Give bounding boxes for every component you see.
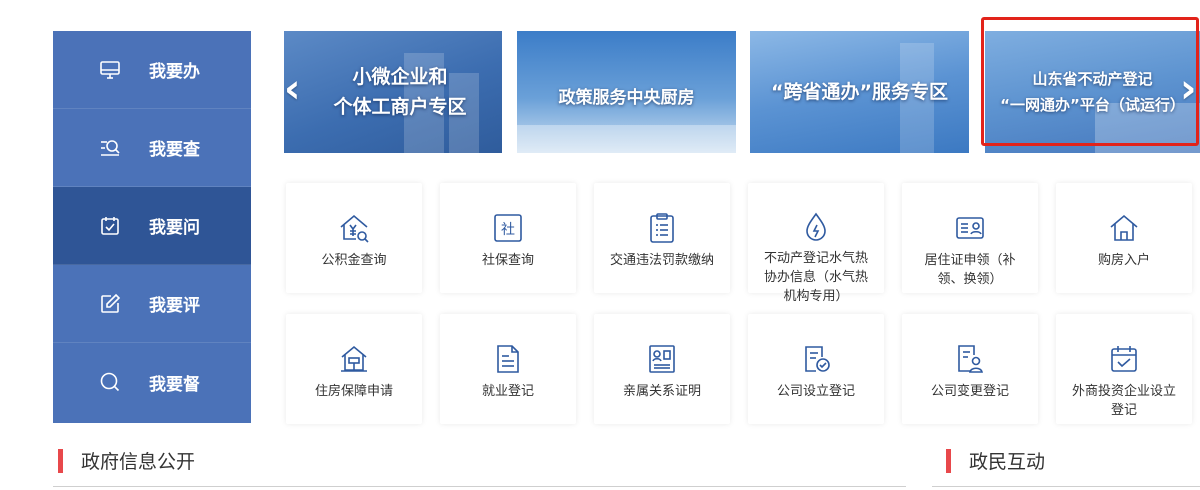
service-tile[interactable]: 购房入户 — [1056, 183, 1192, 293]
service-grid: 公积金查询 社 社保查询 交通违法罚款缴纳 不动产登记水气热协办信息（水气热机构… — [286, 183, 1200, 424]
monitor-icon — [99, 59, 121, 81]
banner-title-line1: “跨省通办”服务专区 — [771, 81, 948, 103]
nav-label: 我要查 — [149, 140, 200, 160]
search-list-icon — [99, 137, 121, 159]
home-icon — [1107, 211, 1141, 245]
banner-cross-province[interactable]: “跨省通办”服务专区 — [750, 31, 969, 153]
service-tile[interactable]: 交通违法罚款缴纳 — [594, 183, 730, 293]
service-tile[interactable]: 住房保障申请 — [286, 314, 422, 424]
document-user-icon — [953, 342, 987, 376]
banner-title-line1: 政策服务中央厨房 — [558, 88, 695, 108]
chevron-right-icon[interactable]: › — [1180, 69, 1200, 109]
id-card-icon — [953, 211, 987, 245]
section-title: 政府信息公开 — [81, 451, 196, 473]
banner-carousel: 小微企业和 个体工商户专区 政策服务中央厨房 “跨省通办”服务专区 山东省不动产… — [284, 17, 1200, 153]
housing-icon — [337, 342, 371, 376]
service-label: 公司变更登记 — [930, 384, 1009, 399]
water-drop-icon — [799, 211, 833, 243]
certificate-icon — [645, 342, 679, 376]
service-tile[interactable]: 公积金查询 — [286, 183, 422, 293]
service-label: 不动产登记水气热协办信息（水气热机构专用） — [763, 251, 868, 304]
svg-text:社: 社 — [501, 222, 515, 238]
document-check-icon — [799, 342, 833, 376]
nav-label: 我要问 — [149, 218, 200, 238]
banner-title-line2: 个体工商户专区 — [333, 96, 467, 118]
edit-icon — [99, 293, 121, 315]
service-tile[interactable]: 亲属关系证明 — [594, 314, 730, 424]
side-nav: 我要办 我要查 我要问 我要评 我要督 — [53, 31, 251, 423]
service-label: 购房入户 — [1097, 253, 1150, 268]
section-accent-bar — [946, 448, 951, 473]
service-tile[interactable]: 外商投资企业设立登记 — [1056, 314, 1192, 424]
section-interaction[interactable]: 政民互动 — [946, 447, 1045, 474]
nav-label: 我要评 — [149, 296, 200, 316]
service-tile[interactable]: 就业登记 — [440, 314, 576, 424]
section-divider — [932, 486, 1200, 487]
service-tile[interactable]: 居住证申领（补领、换领） — [902, 183, 1038, 293]
document-icon — [491, 342, 525, 376]
section-divider — [53, 486, 906, 487]
calendar-check-icon — [1107, 342, 1141, 376]
banner-city-decor — [517, 125, 736, 153]
service-label: 社保查询 — [481, 253, 534, 268]
section-gov-info[interactable]: 政府信息公开 — [58, 447, 195, 474]
calendar-check-icon — [99, 215, 121, 237]
nav-item-du[interactable]: 我要督 — [53, 343, 251, 421]
service-tile[interactable]: 社 社保查询 — [440, 183, 576, 293]
service-label: 公积金查询 — [321, 253, 387, 268]
service-tile[interactable]: 公司设立登记 — [748, 314, 884, 424]
nav-item-ban[interactable]: 我要办 — [53, 31, 251, 109]
clipboard-list-icon — [645, 211, 679, 245]
banner-policy-kitchen[interactable]: 政策服务中央厨房 — [517, 31, 736, 153]
service-tile[interactable]: 不动产登记水气热协办信息（水气热机构专用） — [748, 183, 884, 304]
service-tile[interactable]: 公司变更登记 — [902, 314, 1038, 424]
banner-title-line1: 小微企业和 — [352, 66, 448, 88]
nav-item-cha[interactable]: 我要查 — [53, 109, 251, 187]
section-title: 政民互动 — [969, 451, 1046, 473]
highlight-frame — [981, 17, 1199, 146]
service-label: 亲属关系证明 — [622, 384, 701, 399]
section-accent-bar — [58, 448, 63, 473]
nav-item-ping[interactable]: 我要评 — [53, 265, 251, 343]
service-label: 住房保障申请 — [314, 384, 393, 399]
service-label: 外商投资企业设立登记 — [1071, 384, 1176, 418]
nav-item-wen[interactable]: 我要问 — [53, 187, 251, 265]
search-icon — [99, 371, 121, 393]
service-label: 居住证申领（补领、换领） — [924, 253, 1016, 287]
service-label: 就业登记 — [481, 384, 534, 399]
nav-label: 我要督 — [149, 374, 200, 395]
banner-small-business[interactable]: 小微企业和 个体工商户专区 — [284, 31, 502, 153]
chevron-left-icon[interactable]: ‹ — [284, 69, 306, 109]
social-security-icon: 社 — [491, 211, 525, 245]
house-yuan-icon — [337, 211, 371, 245]
nav-label: 我要办 — [149, 62, 200, 82]
service-label: 公司设立登记 — [776, 384, 855, 399]
service-label: 交通违法罚款缴纳 — [609, 253, 714, 268]
